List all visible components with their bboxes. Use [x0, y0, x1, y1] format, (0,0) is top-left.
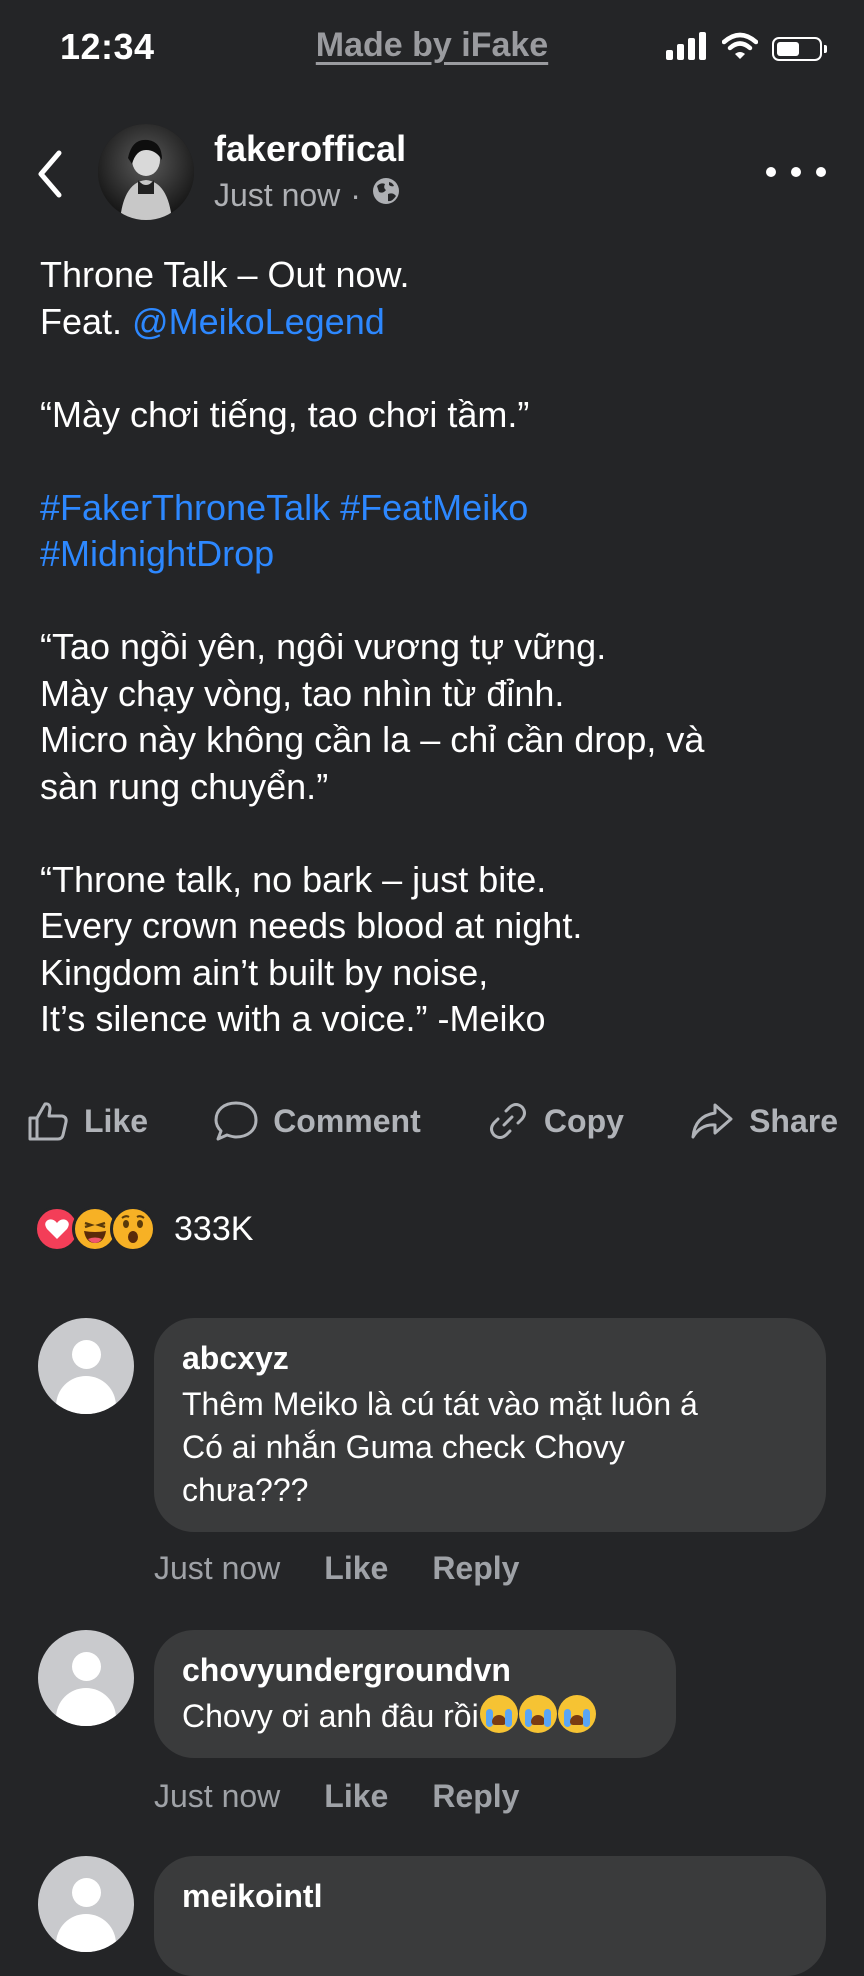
post-timestamp: Just now	[214, 176, 341, 213]
avatar-placeholder-icon	[72, 1652, 101, 1681]
crying-face-icon	[557, 1695, 596, 1733]
avatar-placeholder-icon	[72, 1340, 101, 1369]
copy-label: Copy	[543, 1102, 624, 1139]
comment-meta: Just now Like Reply	[154, 1550, 563, 1587]
verse-line: Every crown needs blood at night.	[40, 905, 583, 946]
comment-meta: Just now Like Reply	[154, 1778, 563, 1815]
post-title-line: Throne Talk – Out now.	[40, 254, 410, 295]
post-quote: “Mày chơi tiếng, tao chơi tầm.”	[40, 392, 840, 439]
post-intro: Throne Talk – Out now. Feat. @MeikoLegen…	[40, 252, 840, 345]
comment-line: Có ai nhắn Guma check Chovy	[182, 1429, 625, 1465]
like-label: Like	[84, 1102, 149, 1139]
share-arrow-icon	[691, 1103, 733, 1139]
comment-reply-button[interactable]: Reply	[432, 1778, 519, 1815]
verse-line: Micro này không cần la – chỉ cần drop, v…	[40, 719, 705, 760]
reaction-count: 333K	[174, 1209, 254, 1248]
verse-line: Mày chạy vòng, tao nhìn từ đỉnh.	[40, 672, 565, 714]
commenter-name[interactable]: abcxyz	[182, 1340, 798, 1377]
cellular-signal-icon	[666, 32, 708, 65]
comment-text: Thêm Meiko là cú tát vào mặt luôn á Có a…	[182, 1383, 798, 1512]
battery-icon	[772, 36, 827, 61]
profile-photo	[98, 124, 194, 220]
verse-line: Kingdom ain’t built by noise,	[40, 951, 489, 993]
chevron-left-icon	[38, 150, 62, 198]
comment-like-button[interactable]: Like	[324, 1778, 388, 1815]
commenter-avatar[interactable]	[38, 1630, 134, 1726]
commenter-name[interactable]: meikointl	[182, 1878, 798, 1915]
commenter-avatar[interactable]	[38, 1856, 134, 1952]
post-verse-1: “Tao ngồi yên, ngôi vương tự vững. Mày c…	[40, 624, 840, 810]
comment-line: Chovy ơi anh đâu rồi	[182, 1695, 648, 1738]
more-options-button[interactable]	[766, 152, 826, 192]
comment-line: chưa???	[182, 1472, 309, 1508]
thumbs-up-icon	[28, 1102, 68, 1141]
share-label: Share	[749, 1102, 838, 1139]
link-icon	[489, 1103, 526, 1139]
comment-reply-button[interactable]: Reply	[432, 1550, 519, 1587]
author-name[interactable]: fakeroffical	[214, 128, 406, 170]
comment-bubble-icon	[214, 1101, 258, 1141]
comment-bubble[interactable]: chovyundergroundvn Chovy ơi anh đâu rồi	[154, 1630, 676, 1758]
status-icons	[666, 32, 827, 65]
copy-button[interactable]: Copy	[486, 1099, 624, 1143]
author-avatar[interactable]	[98, 124, 194, 220]
comment-timestamp: Just now	[154, 1778, 281, 1814]
comment-label: Comment	[273, 1102, 421, 1139]
mention-link[interactable]: @MeikoLegend	[132, 301, 385, 342]
avatar-placeholder-body	[56, 1688, 116, 1726]
hashtag-link[interactable]: #MidnightDrop	[40, 531, 840, 578]
more-dot-icon	[766, 167, 776, 177]
post-hashtags: #FakerThroneTalk #FeatMeiko #MidnightDro…	[40, 485, 840, 578]
crying-face-icon	[518, 1695, 557, 1733]
meta-separator: ·	[350, 176, 361, 213]
comment-line-text: Chovy ơi anh đâu rồi	[182, 1698, 479, 1734]
hashtag-link[interactable]: #FakerThroneTalk #FeatMeiko	[40, 485, 840, 532]
back-button[interactable]	[28, 142, 72, 206]
post-verse-2: “Throne talk, no bark – just bite. Every…	[40, 857, 840, 1043]
comment-bubble[interactable]: abcxyz Thêm Meiko là cú tát vào mặt luôn…	[154, 1318, 826, 1532]
globe-icon	[371, 176, 401, 214]
avatar-placeholder-icon	[72, 1878, 101, 1907]
comment-line: Thêm Meiko là cú tát vào mặt luôn á	[182, 1386, 698, 1422]
post-feat-line: Feat. @MeikoLegend	[40, 299, 840, 346]
post-actions: Like Comment Copy Share	[26, 1096, 838, 1146]
post-meta: Just now ·	[214, 176, 401, 214]
status-bar: 12:34 Made by iFake	[0, 0, 864, 100]
share-button[interactable]: Share	[689, 1099, 838, 1143]
comment-timestamp: Just now	[154, 1550, 281, 1586]
feat-prefix: Feat.	[40, 300, 133, 342]
reaction-summary[interactable]: 333K	[34, 1206, 253, 1252]
comment-like-button[interactable]: Like	[324, 1550, 388, 1587]
quote-line: “Mày chơi tiếng, tao chơi tầm.”	[40, 393, 530, 435]
comment-text: Chovy ơi anh đâu rồi	[182, 1695, 648, 1738]
verse-line: “Tao ngồi yên, ngôi vương tự vững.	[40, 626, 607, 667]
avatar-placeholder-body	[56, 1376, 116, 1414]
comment-button[interactable]: Comment	[213, 1099, 421, 1143]
commenter-name[interactable]: chovyundergroundvn	[182, 1652, 648, 1689]
more-dot-icon	[816, 167, 826, 177]
verse-line: sàn rung chuyển.”	[40, 765, 329, 807]
comment-bubble[interactable]: meikointl	[154, 1856, 826, 1976]
verse-line: “Throne talk, no bark – just bite.	[40, 858, 547, 900]
more-dot-icon	[791, 167, 801, 177]
wow-reaction-icon	[110, 1206, 156, 1252]
verse-line: It’s silence with a voice.” -Meiko	[40, 998, 546, 1039]
post-body: Throne Talk – Out now. Feat. @MeikoLegen…	[40, 252, 840, 1089]
wifi-icon	[721, 32, 759, 65]
crying-face-icon	[479, 1695, 518, 1733]
like-button[interactable]: Like	[26, 1099, 148, 1143]
battery-level	[777, 41, 799, 56]
commenter-avatar[interactable]	[38, 1318, 134, 1414]
